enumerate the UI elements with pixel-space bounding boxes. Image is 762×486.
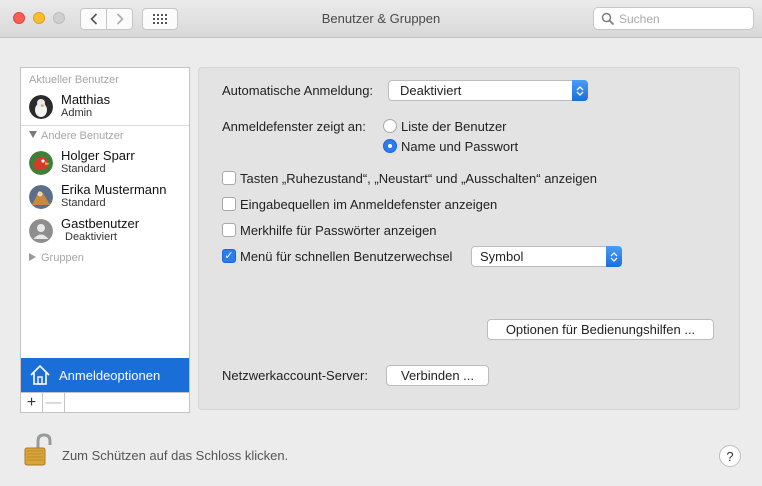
login-options-label: Anmeldeoptionen: [59, 367, 161, 383]
user-name: Erika Mustermann: [61, 182, 167, 197]
radio-name-password-label[interactable]: Name und Passwort: [401, 139, 518, 154]
divider: [21, 125, 189, 126]
radio-user-list-label[interactable]: Liste der Benutzer: [401, 119, 507, 134]
checkbox-fast-user-switching[interactable]: ✓: [222, 249, 236, 263]
user-role: Standard: [61, 197, 106, 209]
auto-login-value: Deaktiviert: [400, 83, 462, 98]
sidebar-toolbar: + —: [21, 392, 189, 412]
fast-switch-value: Symbol: [480, 249, 524, 264]
avatar: [29, 95, 53, 119]
auto-login-label: Automatische Anmeldung:: [222, 83, 374, 98]
network-server-label: Netzwerkaccount-Server:: [222, 368, 368, 383]
popup-arrows-icon: [572, 80, 588, 101]
popup-arrows-icon: [606, 246, 622, 267]
groups-header[interactable]: Gruppen: [29, 252, 84, 264]
checkbox-fast-user-switching-label[interactable]: Menü für schnellen Benutzerwechsel: [240, 249, 452, 264]
lock-hint-text: Zum Schützen auf das Schloss klicken.: [62, 448, 289, 463]
other-users-label: Andere Benutzer: [41, 130, 124, 142]
disclosure-closed-icon: [29, 253, 36, 261]
user-item-matthias[interactable]: Matthias Admin: [29, 92, 189, 124]
user-role: Standard: [61, 163, 106, 175]
connect-button[interactable]: Verbinden ...: [386, 365, 489, 386]
disclosure-open-icon: [29, 131, 37, 138]
lock-button[interactable]: [20, 433, 54, 467]
checkbox-power-buttons-label[interactable]: Tasten „Ruhezustand“, „Neustart“ und „Au…: [240, 171, 597, 186]
help-button[interactable]: ?: [719, 445, 741, 467]
house-icon: [30, 364, 50, 385]
user-role: Deaktiviert: [65, 231, 117, 243]
checkbox-input-sources[interactable]: [222, 197, 236, 211]
auto-login-popup[interactable]: Deaktiviert: [388, 80, 588, 101]
user-item-erika[interactable]: Erika Mustermann Standard: [29, 182, 189, 214]
login-options-panel: Automatische Anmeldung: Deaktiviert Anme…: [198, 67, 740, 410]
guest-avatar-icon: [29, 219, 53, 243]
login-window-label: Anmeldefenster zeigt an:: [222, 119, 366, 134]
search-field[interactable]: [593, 7, 754, 30]
avatar: [29, 185, 53, 209]
accessibility-options-button[interactable]: Optionen für Bedienungshilfen ...: [487, 319, 714, 340]
checkbox-password-hints-label[interactable]: Merkhilfe für Passwörter anzeigen: [240, 223, 437, 238]
search-input[interactable]: [615, 11, 749, 26]
title-bar: Benutzer & Gruppen: [0, 0, 762, 38]
user-role: Admin: [61, 107, 93, 119]
checkbox-password-hints[interactable]: [222, 223, 236, 237]
user-name: Matthias: [61, 92, 111, 107]
unlocked-padlock-icon: [24, 433, 52, 466]
other-users-header[interactable]: Andere Benutzer: [29, 130, 124, 142]
checkbox-power-buttons[interactable]: [222, 171, 236, 185]
user-name: Gastbenutzer: [61, 216, 140, 231]
user-item-guest[interactable]: Gastbenutzer Deaktiviert: [29, 216, 189, 248]
search-icon: [601, 12, 615, 25]
radio-user-list[interactable]: [383, 119, 397, 133]
user-item-holger[interactable]: Holger Sparr Standard: [29, 148, 189, 180]
avatar: [29, 151, 53, 175]
add-user-button[interactable]: +: [21, 393, 43, 412]
user-name: Holger Sparr: [61, 148, 135, 163]
groups-label: Gruppen: [41, 252, 84, 264]
current-user-header: Aktueller Benutzer: [29, 74, 119, 86]
login-options-item[interactable]: Anmeldeoptionen: [21, 358, 189, 392]
remove-user-button[interactable]: —: [43, 393, 65, 412]
radio-name-password[interactable]: [383, 139, 397, 153]
users-sidebar: Aktueller Benutzer Matthias Admin Andere…: [20, 67, 190, 413]
checkbox-input-sources-label[interactable]: Eingabequellen im Anmeldefenster anzeige…: [240, 197, 497, 212]
fast-switch-popup[interactable]: Symbol: [471, 246, 622, 267]
